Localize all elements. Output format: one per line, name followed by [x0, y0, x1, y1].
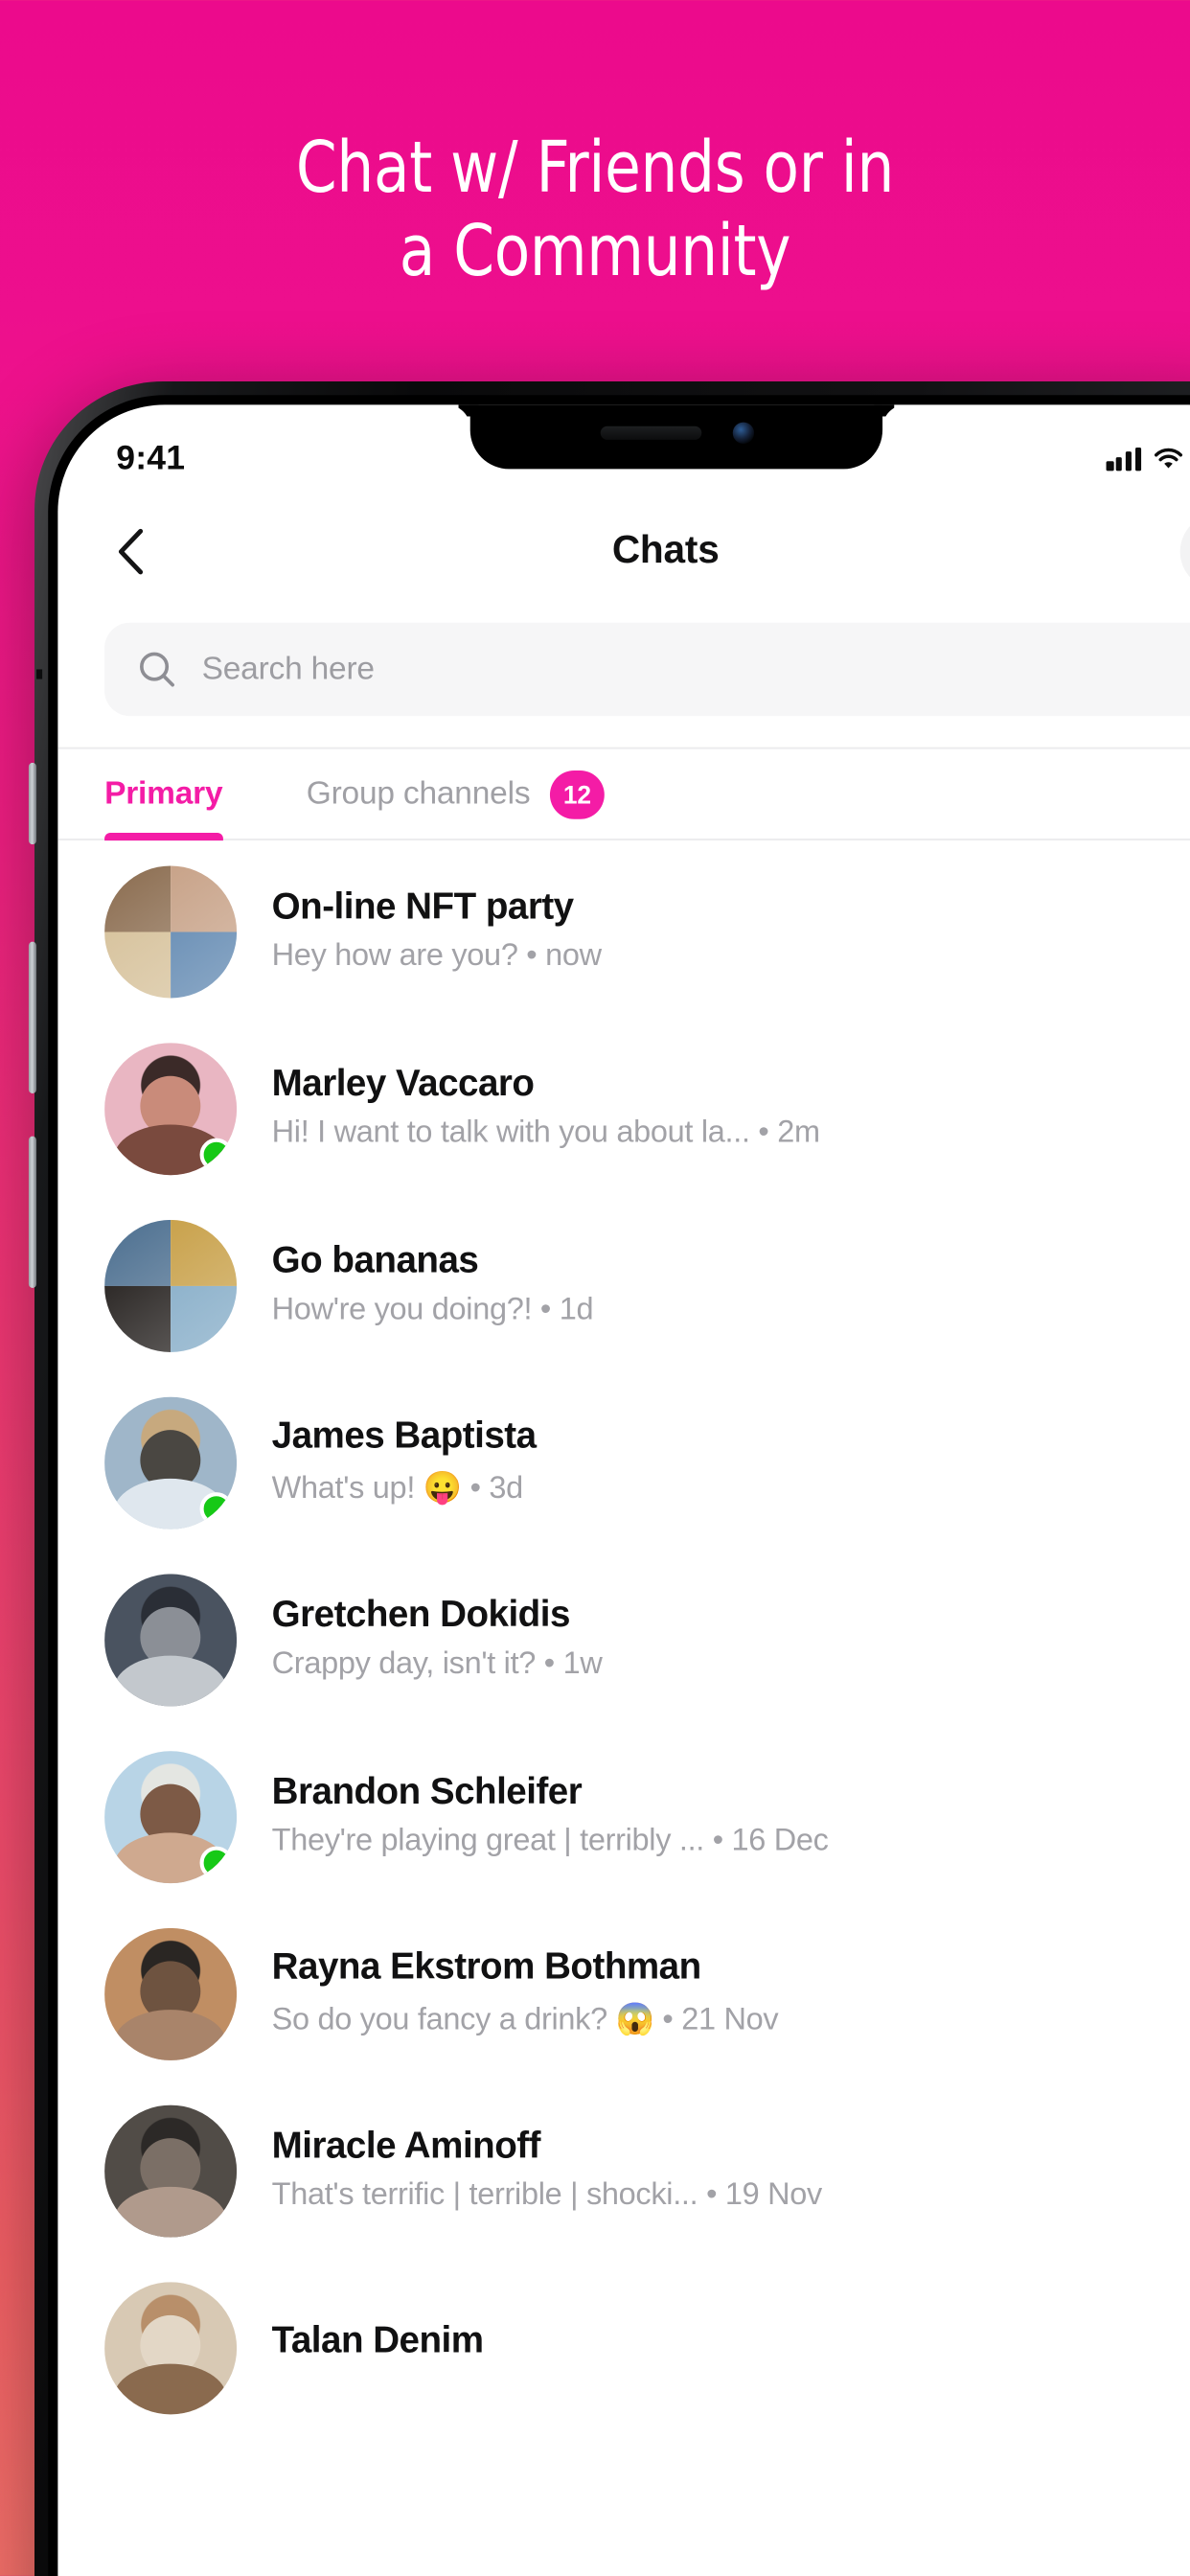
volume-down-button[interactable]	[28, 1136, 37, 1288]
tab-primary[interactable]: Primary	[104, 748, 223, 841]
phone-mockup: 9:41 Chats Search here Primary Group cha…	[28, 381, 1190, 2576]
chat-list[interactable]: On-line NFT party Hey how are you? • now M…	[57, 842, 1190, 2576]
chat-item-text: Brandon Schleifer They're playing great |…	[272, 1772, 1152, 1859]
chat-item-preview: That's terrific | terrible | shocki... •…	[271, 2178, 823, 2213]
cellular-bars-icon	[1107, 447, 1142, 471]
chat-item-status	[1186, 1804, 1190, 1828]
chat-item-name: Rayna Ekstrom Bothman	[271, 1947, 702, 1989]
search-bar[interactable]: Search here	[104, 622, 1190, 717]
frame-seam-left	[36, 669, 43, 679]
chat-list-item[interactable]: Brandon Schleifer They're playing great |…	[57, 1728, 1190, 1905]
chat-list-item[interactable]: Go bananas How're you doing?! • 1d	[57, 1197, 1190, 1374]
search-icon	[140, 652, 174, 687]
chevron-left-icon	[117, 527, 143, 574]
phone-frame: 9:41 Chats Search here Primary Group cha…	[28, 381, 1190, 2576]
chat-item-name: On-line NFT party	[271, 886, 574, 929]
chat-item-name: Brandon Schleifer	[271, 1772, 583, 1814]
chat-item-status	[1186, 2157, 1190, 2182]
promo-headline: Chat w/ Friends or in a Community	[48, 126, 1143, 294]
tab-primary-label: Primary	[104, 775, 223, 811]
silent-switch-button[interactable]	[28, 762, 37, 845]
chat-item-name: Talan Denim	[271, 2320, 484, 2362]
chat-item-status	[1186, 1981, 1190, 2006]
avatar	[104, 1573, 238, 1706]
chat-item-preview: Crappy day, isn't it? • 1w	[271, 1647, 603, 1682]
status-bar-time: 9:41	[116, 437, 186, 477]
tab-group-channels-label: Group channels	[306, 775, 531, 811]
chat-item-preview: So do you fancy a drink? 😱 • 21 Nov	[271, 2004, 779, 2037]
chat-list-item[interactable]: Miracle Aminoff That's terrific | terribl…	[57, 2082, 1190, 2259]
chat-item-name: Miracle Aminoff	[271, 2126, 541, 2168]
chat-list-item[interactable]: Gretchen Dokidis Crappy day, isn't it? • …	[57, 1551, 1190, 1728]
group-channels-badge: 12	[549, 769, 606, 818]
chat-item-preview: What's up! 😛 • 3d	[271, 1472, 524, 1506]
phone-bezel: 9:41 Chats Search here Primary Group cha…	[48, 395, 1190, 2576]
chat-item-text: Rayna Ekstrom Bothman So do you fancy a d…	[272, 1947, 1152, 2038]
group-avatar	[104, 1218, 238, 1351]
chat-item-text: On-line NFT party Hey how are you? • now	[272, 887, 1152, 975]
avatar	[104, 1395, 238, 1529]
search-input[interactable]: Search here	[202, 651, 375, 688]
avatar	[104, 1926, 238, 2059]
chat-item-preview: Hey how are you? • now	[271, 939, 602, 974]
chat-item-text: James Baptista What's up! 😛 • 3d	[272, 1416, 1152, 1507]
front-camera-icon	[731, 422, 754, 444]
chat-item-name: James Baptista	[271, 1415, 537, 1458]
chat-filter-tabs: Primary Group channels 12	[57, 747, 1190, 841]
nav-bar: Chats	[57, 491, 1190, 611]
avatar	[104, 1042, 238, 1175]
chat-item-text: Marley Vaccaro Hi! I want to talk with yo…	[272, 1065, 1152, 1152]
earpiece-speaker-icon	[599, 426, 701, 440]
chat-item-name: Go bananas	[271, 1241, 479, 1282]
chat-list-item[interactable]: Marley Vaccaro Hi! I want to talk with yo…	[57, 1020, 1190, 1197]
chat-item-text: Go bananas How're you doing?! • 1d	[272, 1241, 1152, 1328]
promo-headline-line2: a Community	[399, 210, 791, 293]
online-status-dot	[199, 1845, 234, 1879]
promo-headline-line1: Chat w/ Friends or in	[295, 126, 895, 209]
chat-list-item[interactable]: Rayna Ekstrom Bothman So do you fancy a d…	[57, 1904, 1190, 2082]
phone-screen: 9:41 Chats Search here Primary Group cha…	[57, 404, 1190, 2576]
chat-item-preview: How're you doing?! • 1d	[271, 1294, 594, 1327]
chat-item-status	[1186, 1449, 1190, 1474]
chat-item-status	[1186, 1626, 1190, 1651]
wifi-icon	[1154, 448, 1183, 469]
chat-item-status	[1186, 1095, 1190, 1120]
group-avatar	[104, 864, 238, 998]
avatar	[104, 2104, 238, 2237]
volume-up-button[interactable]	[28, 941, 37, 1093]
chat-item-text: Talan Denim	[272, 2321, 1152, 2374]
compose-button[interactable]	[1179, 513, 1190, 589]
chat-item-preview: They're playing great | terribly ... • 1…	[271, 1825, 829, 1858]
avatar	[104, 1750, 238, 1883]
tab-group-channels[interactable]: Group channels 12	[306, 748, 606, 840]
online-status-dot	[199, 1491, 234, 1525]
chat-item-text: Gretchen Dokidis Crappy day, isn't it? • …	[272, 1596, 1152, 1683]
notch	[469, 404, 883, 470]
page-title: Chats	[611, 528, 720, 571]
status-bar-indicators	[1107, 446, 1190, 471]
chat-item-preview: Hi! I want to talk with you about la... …	[271, 1116, 820, 1150]
chat-item-name: Marley Vaccaro	[271, 1064, 535, 1106]
chat-item-name: Gretchen Dokidis	[271, 1595, 571, 1637]
chat-list-item[interactable]: Talan Denim	[57, 2259, 1190, 2436]
chat-item-text: Miracle Aminoff That's terrific | terribl…	[272, 2127, 1152, 2214]
avatar	[104, 2281, 238, 2414]
chat-list-item[interactable]: On-line NFT party Hey how are you? • now	[57, 842, 1190, 1020]
online-status-dot	[199, 1137, 234, 1171]
chat-list-item[interactable]: James Baptista What's up! 😛 • 3d	[57, 1373, 1190, 1551]
